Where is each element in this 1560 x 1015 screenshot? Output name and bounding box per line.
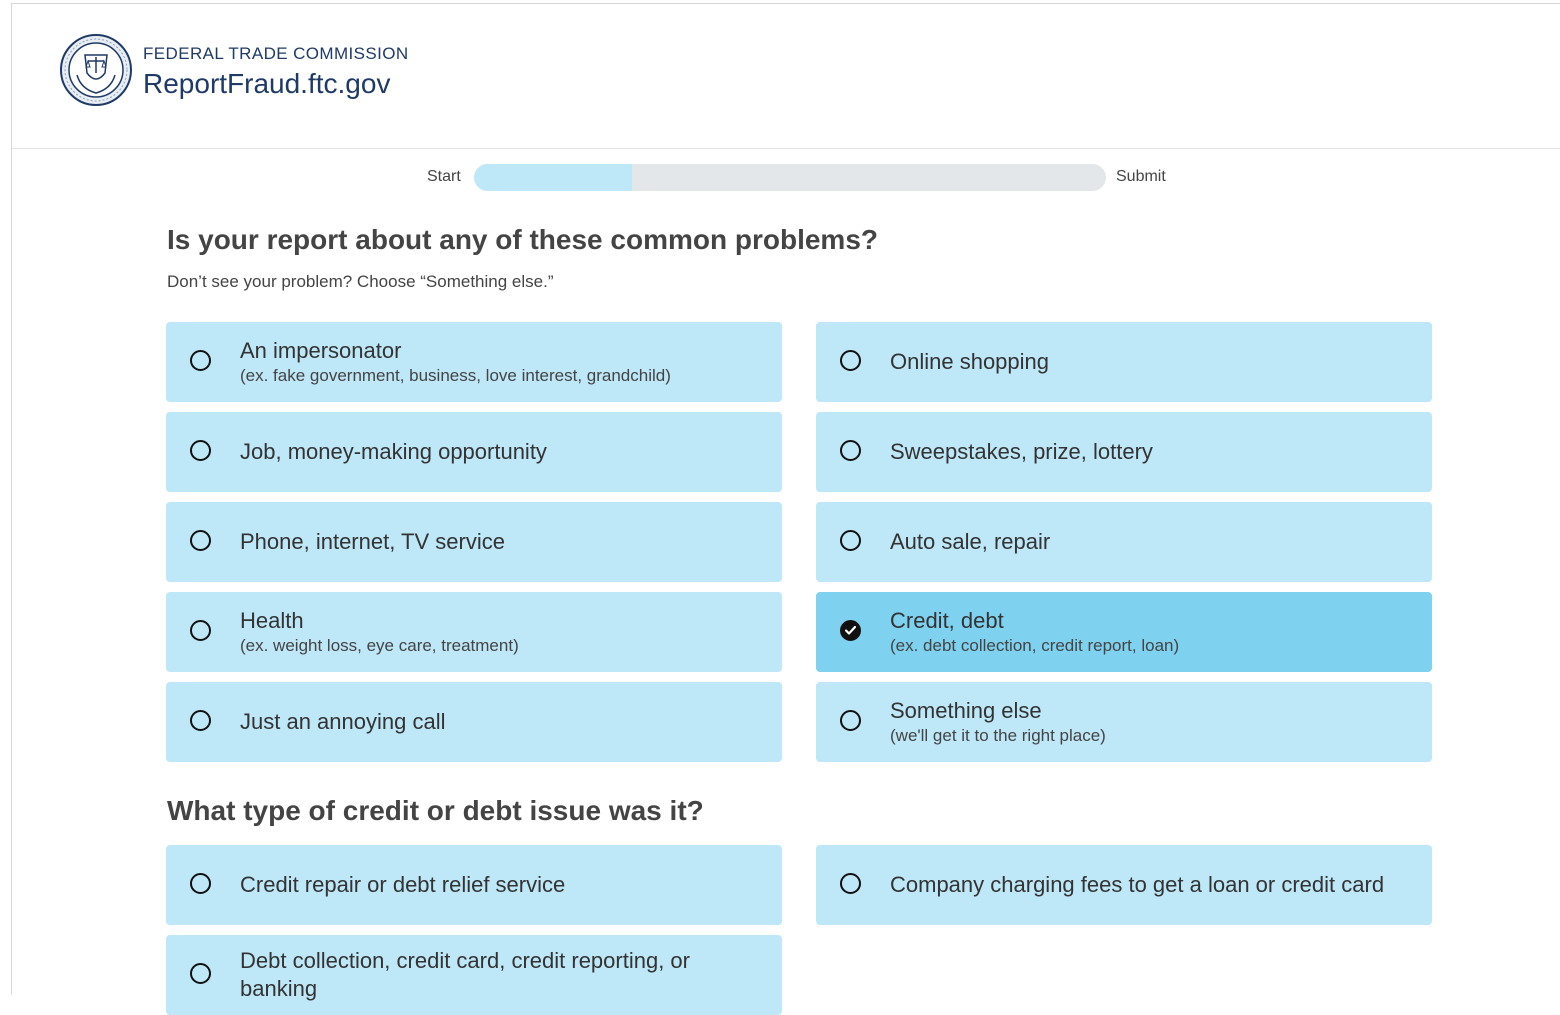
option-sweepstakes-prize-lottery[interactable]: Sweepstakes, prize, lottery [816, 412, 1432, 492]
credit-issue-options: Credit repair or debt relief service Comp… [166, 845, 1432, 1015]
option-hint: (we'll get it to the right place) [890, 726, 1106, 745]
radio-unchecked-icon[interactable] [190, 710, 211, 731]
option-credit-repair-or-debt-relief-service[interactable]: Credit repair or debt relief service [166, 845, 782, 925]
progress-bar [474, 164, 1106, 191]
option-just-an-annoying-call[interactable]: Just an annoying call [166, 682, 782, 762]
option-text: Just an annoying call [240, 682, 762, 762]
radio-unchecked-icon[interactable] [840, 710, 861, 731]
radio-unchecked-icon[interactable] [840, 530, 861, 551]
option-label: Health [240, 608, 304, 633]
problem-options: An impersonator (ex. fake government, bus… [166, 322, 1432, 762]
option-label: An impersonator [240, 338, 402, 363]
radio-unchecked-icon[interactable] [840, 440, 861, 461]
option-auto-sale-repair[interactable]: Auto sale, repair [816, 502, 1432, 582]
progress-fill [474, 164, 632, 191]
option-label: Just an annoying call [240, 709, 446, 734]
progress-start-label: Start [427, 168, 461, 185]
option-text: Credit, debt (ex. debt collection, credit… [890, 592, 1412, 672]
agency-name: FEDERAL TRADE COMMISSION [143, 44, 409, 63]
option-credit-debt[interactable]: Credit, debt (ex. debt collection, credit… [816, 592, 1432, 672]
section1-heading: Is your report about any of these common… [167, 224, 878, 255]
option-text: Something else (we'll get it to the right… [890, 682, 1412, 762]
radio-unchecked-icon[interactable] [190, 530, 211, 551]
radio-unchecked-icon[interactable] [190, 620, 211, 641]
progress-end-label: Submit [1116, 168, 1166, 185]
option-hint: (ex. debt collection, credit report, loa… [890, 636, 1180, 655]
option-an-impersonator[interactable]: An impersonator (ex. fake government, bus… [166, 322, 782, 402]
option-text: Auto sale, repair [890, 502, 1412, 582]
radio-unchecked-icon[interactable] [840, 873, 861, 894]
option-label: Phone, internet, TV service [240, 529, 505, 554]
option-phone-internet-tv-service[interactable]: Phone, internet, TV service [166, 502, 782, 582]
radio-unchecked-icon[interactable] [840, 350, 861, 371]
option-text: Company charging fees to get a loan or c… [890, 845, 1412, 925]
option-health[interactable]: Health (ex. weight loss, eye care, treatm… [166, 592, 782, 672]
option-hint: (ex. weight loss, eye care, treatment) [240, 636, 519, 655]
radio-unchecked-icon[interactable] [190, 350, 211, 371]
option-text: Online shopping [890, 322, 1412, 402]
ftc-seal-icon [60, 34, 132, 106]
option-online-shopping[interactable]: Online shopping [816, 322, 1432, 402]
option-text: Phone, internet, TV service [240, 502, 762, 582]
option-label: Something else [890, 698, 1042, 723]
option-text: Debt collection, credit card, credit rep… [240, 935, 762, 1015]
option-label: Online shopping [890, 349, 1050, 374]
option-something-else[interactable]: Something else (we'll get it to the right… [816, 682, 1432, 762]
option-text: Sweepstakes, prize, lottery [890, 412, 1412, 492]
option-label: Job, money-making opportunity [240, 439, 547, 464]
radio-unchecked-icon[interactable] [190, 873, 211, 894]
option-text: An impersonator (ex. fake government, bus… [240, 322, 762, 402]
option-label: Credit repair or debt relief service [240, 872, 566, 897]
option-job-money-making-opportunity[interactable]: Job, money-making opportunity [166, 412, 782, 492]
option-label: Credit, debt [890, 608, 1004, 633]
radio-checked-icon[interactable] [840, 620, 861, 641]
option-label: Company charging fees to get a loan or c… [890, 872, 1385, 897]
option-label: Auto sale, repair [890, 529, 1051, 554]
site-header: FEDERAL TRADE COMMISSION ReportFraud.ftc… [12, 4, 1560, 149]
option-text: Job, money-making opportunity [240, 412, 762, 492]
radio-unchecked-icon[interactable] [190, 963, 211, 984]
site-name[interactable]: ReportFraud.ftc.gov [143, 68, 390, 100]
option-text: Credit repair or debt relief service [240, 845, 762, 925]
option-label: Sweepstakes, prize, lottery [890, 439, 1153, 464]
option-debt-collection-credit-card-credit-reporting-or-banking[interactable]: Debt collection, credit card, credit rep… [166, 935, 782, 1015]
option-text: Health (ex. weight loss, eye care, treatm… [240, 592, 762, 672]
option-company-charging-fees-to-get-a-loan-or-credit-card[interactable]: Company charging fees to get a loan or c… [816, 845, 1432, 925]
option-label: Debt collection, credit card, credit rep… [240, 948, 690, 1001]
radio-unchecked-icon[interactable] [190, 440, 211, 461]
section1-subtext: Don’t see your problem? Choose “Somethin… [167, 272, 554, 291]
section2-heading: What type of credit or debt issue was it… [167, 795, 704, 826]
option-hint: (ex. fake government, business, love int… [240, 366, 671, 385]
